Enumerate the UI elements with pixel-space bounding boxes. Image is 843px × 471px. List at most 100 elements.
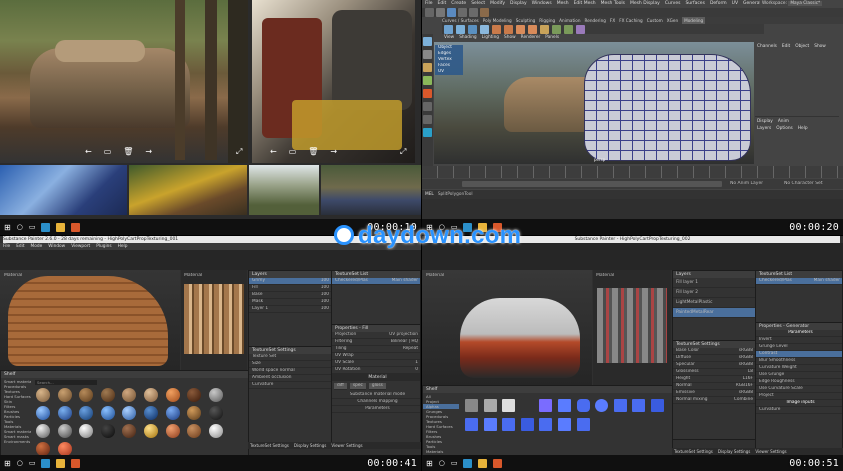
select-mode-uv[interactable]: UV bbox=[435, 69, 463, 75]
material-sphere-leather-orange[interactable] bbox=[165, 388, 180, 402]
layer-item[interactable]: Fill 100 bbox=[249, 285, 331, 292]
channel-box-tab[interactable]: Show bbox=[814, 44, 826, 49]
back-icon[interactable]: ← bbox=[85, 147, 92, 156]
alpha-shape[interactable] bbox=[557, 418, 571, 431]
property-row[interactable]: Projection UV projection bbox=[332, 332, 420, 339]
bumper-car-model[interactable] bbox=[460, 298, 580, 378]
material-sphere-iron[interactable] bbox=[57, 424, 72, 438]
lasso-tool-icon[interactable] bbox=[423, 50, 432, 59]
layer-item[interactable]: Fill layer 2 bbox=[673, 288, 755, 298]
forward-icon[interactable]: → bbox=[330, 147, 337, 156]
thumbnail-forest[interactable] bbox=[248, 165, 319, 215]
layout-single-icon[interactable] bbox=[423, 102, 432, 111]
channel-box-tab[interactable]: Object bbox=[795, 44, 809, 49]
alpha-shape[interactable] bbox=[502, 418, 516, 431]
material-sphere-gold[interactable] bbox=[143, 424, 158, 438]
material-sphere-leather-bag[interactable] bbox=[79, 388, 94, 402]
viewport-menu-shading[interactable]: Shading bbox=[459, 35, 476, 40]
explorer-app-icon[interactable] bbox=[56, 458, 66, 468]
layer-item[interactable]: Grimy 100 bbox=[249, 278, 331, 285]
save-scene-icon[interactable] bbox=[447, 8, 456, 17]
layers-menu-item[interactable]: Options bbox=[776, 126, 793, 131]
alpha-shape[interactable] bbox=[465, 418, 478, 431]
bottom-tab[interactable]: Display Settings bbox=[294, 442, 326, 449]
material-mode-button[interactable]: gloss bbox=[368, 383, 386, 390]
smooth-icon[interactable] bbox=[576, 24, 585, 34]
explorer-app-icon[interactable] bbox=[56, 222, 66, 232]
alpha-grunge-map-3[interactable] bbox=[502, 399, 516, 412]
material-sphere-leather-big-grain[interactable] bbox=[57, 388, 72, 402]
maya-app-icon[interactable] bbox=[41, 222, 51, 232]
move-tool-icon[interactable] bbox=[423, 63, 432, 72]
forward-icon[interactable]: → bbox=[145, 147, 152, 156]
thumbnail-graffiti-car[interactable] bbox=[0, 165, 128, 215]
material-sphere-aluminium[interactable] bbox=[79, 424, 94, 438]
menu-mesh-tools[interactable]: Mesh Tools bbox=[601, 0, 625, 8]
menu-window[interactable]: Window bbox=[48, 243, 65, 250]
alpha-shape[interactable] bbox=[650, 399, 664, 412]
material-sphere-plastic-glossy[interactable] bbox=[36, 406, 50, 420]
menu-viewport[interactable]: Viewport bbox=[71, 243, 90, 250]
shelf-category[interactable]: Materials bbox=[423, 449, 459, 454]
material-sphere-copper[interactable] bbox=[165, 424, 180, 438]
menu-display[interactable]: Display bbox=[510, 0, 527, 8]
combine-icon[interactable] bbox=[552, 24, 561, 34]
material-sphere-leather[interactable] bbox=[187, 388, 202, 402]
layout-four-icon[interactable] bbox=[423, 115, 432, 124]
wireframe-mesh[interactable] bbox=[584, 54, 751, 161]
menu-surfaces[interactable]: Surfaces bbox=[685, 0, 705, 8]
material-sphere-worn-leather[interactable] bbox=[122, 424, 137, 438]
material-mode-button[interactable]: diff bbox=[334, 383, 347, 390]
workspace-selector[interactable]: Workspace: Maya Classic* bbox=[760, 0, 825, 8]
menu-mode[interactable]: Mode bbox=[31, 243, 43, 250]
menu-edit[interactable]: Edit bbox=[16, 243, 24, 250]
viewport-menu-show[interactable]: Show bbox=[504, 35, 516, 40]
alpha-shape[interactable] bbox=[520, 418, 534, 431]
photo-abandoned-cart[interactable] bbox=[0, 0, 248, 163]
alpha-shape[interactable] bbox=[483, 418, 497, 431]
shelf-tab[interactable]: Curves / Surfaces bbox=[442, 17, 479, 24]
param-row[interactable]: Use Grunge bbox=[756, 372, 842, 379]
back-icon[interactable]: ← bbox=[270, 147, 277, 156]
material-sphere-plastic-diamond[interactable] bbox=[122, 406, 137, 420]
channel-row[interactable]: Height L16F bbox=[673, 376, 755, 383]
channel-row[interactable]: Base Color sRGB8 bbox=[673, 348, 755, 355]
material-sphere-bronze-armor[interactable] bbox=[187, 406, 202, 420]
wooden-cart-model[interactable] bbox=[8, 276, 168, 366]
fullscreen-icon[interactable]: ⤢ bbox=[236, 147, 242, 157]
painter-app-icon[interactable] bbox=[493, 458, 503, 468]
settings-row[interactable]: World space normal bbox=[249, 368, 331, 375]
bottom-tab[interactable]: Viewer Settings bbox=[331, 442, 362, 449]
bevel-icon[interactable] bbox=[504, 24, 513, 34]
layers-menu-item[interactable]: Help bbox=[798, 126, 808, 131]
viewport-menu-panels[interactable]: Panels bbox=[545, 35, 559, 40]
menu-mesh-display[interactable]: Mesh Display bbox=[630, 0, 660, 8]
menu-file[interactable]: File bbox=[425, 0, 433, 8]
menu-edit-mesh[interactable]: Edit Mesh bbox=[574, 0, 596, 8]
shelf-tab[interactable]: Animation bbox=[559, 17, 580, 24]
new-scene-icon[interactable] bbox=[425, 8, 434, 17]
windows-start-icon[interactable]: ⊞ bbox=[4, 223, 11, 232]
anim-layer-dropdown[interactable]: No Anim Layer bbox=[730, 181, 763, 186]
param-row[interactable]: Curvature Weight bbox=[756, 365, 842, 372]
material-sphere-steel[interactable] bbox=[36, 424, 50, 438]
maya-app-icon[interactable] bbox=[41, 458, 51, 468]
render-icon[interactable] bbox=[480, 8, 489, 17]
material-sphere-artificial-leather[interactable] bbox=[36, 388, 50, 402]
material-sphere-cloth[interactable] bbox=[208, 388, 223, 402]
channel-row[interactable]: Glossiness L8 bbox=[673, 369, 755, 376]
menu-create[interactable]: Create bbox=[451, 0, 466, 8]
param-row[interactable]: Grunge Level bbox=[756, 344, 842, 351]
painter-app-icon[interactable] bbox=[71, 222, 81, 232]
viewport-menu-renderer[interactable]: Renderer bbox=[521, 35, 541, 40]
layer-item[interactable]: PaintedMetalRear bbox=[673, 308, 755, 318]
task-view-icon[interactable]: ▭ bbox=[29, 223, 36, 231]
viewport-menu-lighting[interactable]: Lighting bbox=[482, 35, 499, 40]
property-row[interactable]: UV Scale 1 bbox=[332, 360, 420, 367]
material-sphere-plastic-matte[interactable] bbox=[57, 406, 72, 420]
scale-tool-icon[interactable] bbox=[423, 89, 432, 98]
search-icon[interactable]: ○ bbox=[17, 223, 23, 231]
texture-set-item[interactable]: Checkered/Plas Main shader bbox=[332, 278, 420, 285]
delete-icon[interactable]: 🗑 bbox=[308, 147, 318, 156]
2d-uv-viewport[interactable]: Material bbox=[181, 270, 247, 370]
